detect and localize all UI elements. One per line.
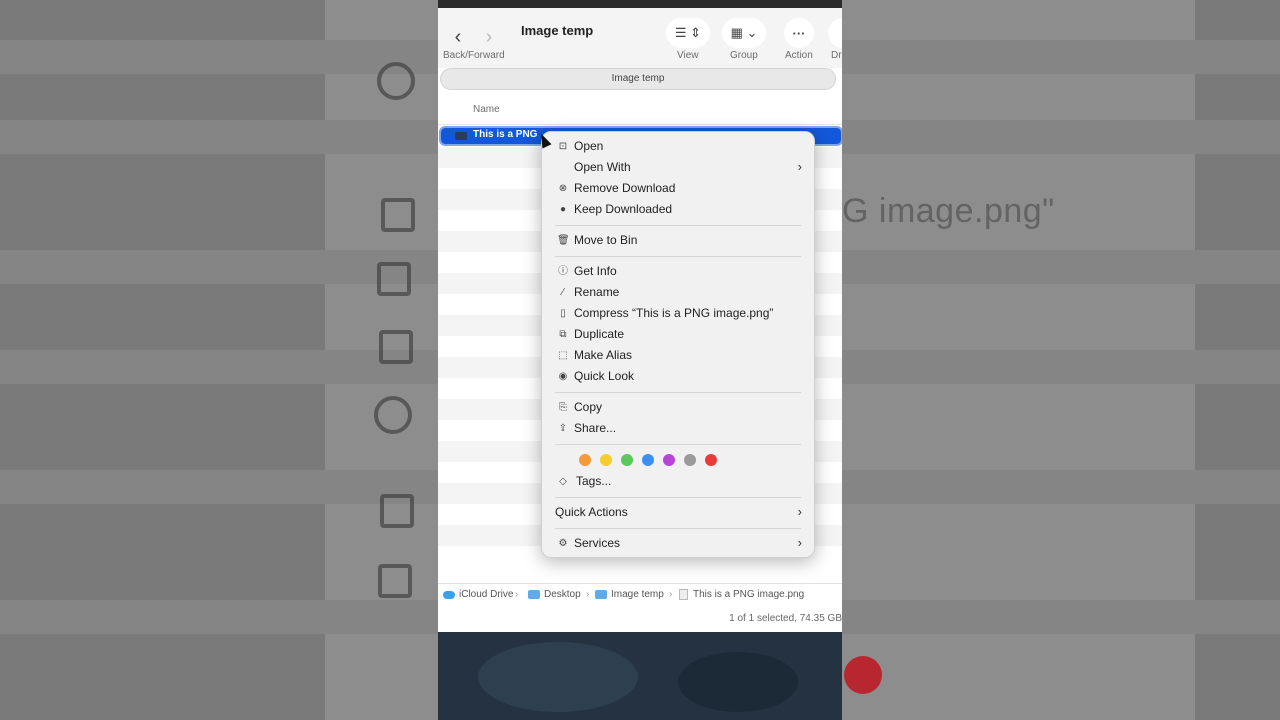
column-header[interactable]: Name — [438, 100, 842, 125]
menu-item-compress[interactable]: ▯ Compress “This is a PNG image.png” — [542, 303, 814, 324]
path-item-image-temp[interactable]: Image temp — [595, 589, 664, 600]
grid-icon: ▦ ⌄ — [730, 25, 758, 40]
wallpaper-texture — [678, 652, 798, 712]
tab-image-temp[interactable]: Image temp — [440, 68, 836, 90]
menu-separator — [555, 528, 801, 529]
path-separator: › — [586, 589, 590, 600]
menu-item-rename[interactable]: ⁄ Rename — [542, 282, 814, 303]
info-icon: ⓘ — [558, 266, 568, 277]
path-item-desktop[interactable]: Desktop — [528, 589, 581, 600]
blurred-duplicate-icon — [377, 262, 411, 296]
toolbar: ‹ › Back/Forward Image temp ☰ ⇕ View ▦ ⌄… — [438, 8, 842, 68]
menu-item-quick-actions[interactable]: Quick Actions › — [542, 502, 814, 523]
view-button[interactable]: ☰ ⇕ — [666, 18, 710, 48]
blurred-filename-text: G image.png" — [842, 192, 1055, 230]
desktop-wallpaper — [438, 632, 842, 720]
tag-yellow[interactable] — [600, 454, 612, 466]
tag-blue[interactable] — [642, 454, 654, 466]
path-bar: iCloud Drive › Desktop › Image temp › Th… — [438, 583, 842, 606]
menu-item-services[interactable]: ⚙ Services › — [542, 533, 814, 554]
menu-separator — [555, 444, 801, 445]
tag-icon: ◇ — [559, 476, 567, 487]
blurred-eye-icon — [374, 396, 412, 434]
top-strip — [438, 0, 842, 8]
status-bar: 1 of 1 selected, 74.35 GB — [438, 606, 842, 632]
context-menu: ⊡ Open Open With › ⊗ Remove Download ● K… — [541, 131, 815, 558]
forward-icon[interactable]: › — [475, 22, 503, 52]
file-icon — [679, 589, 688, 600]
status-text: 1 of 1 selected, 74.35 GB — [729, 613, 842, 624]
list-view-icon: ☰ ⇕ — [674, 25, 702, 40]
alias-icon: ⬚ — [558, 350, 568, 361]
selected-file-name: This is a PNG — [473, 129, 538, 140]
keep-downloaded-icon: ● — [559, 204, 567, 215]
menu-separator — [555, 256, 801, 257]
blurred-red-dot — [844, 656, 882, 694]
blurred-share-icon — [378, 564, 412, 598]
window-title: Image temp — [521, 23, 594, 38]
tag-orange[interactable] — [579, 454, 591, 466]
eye-icon: ◉ — [558, 371, 568, 382]
menu-item-get-info[interactable]: ⓘ Get Info — [542, 261, 814, 282]
ellipsis-icon: ··· — [792, 25, 806, 41]
menu-item-quick-look[interactable]: ◉ Quick Look — [542, 366, 814, 387]
back-forward-label: Back/Forward — [443, 50, 505, 61]
path-separator: › — [669, 589, 673, 600]
tag-red[interactable] — [705, 454, 717, 466]
menu-item-remove-download[interactable]: ⊗ Remove Download — [542, 178, 814, 199]
chevron-right-icon: › — [797, 535, 802, 550]
folder-icon — [595, 590, 607, 599]
menu-separator — [555, 497, 801, 498]
action-label: Action — [785, 50, 813, 61]
menu-item-share[interactable]: ⇪ Share... — [542, 418, 814, 439]
png-file-icon — [455, 132, 467, 140]
dropbox-button[interactable] — [828, 18, 842, 48]
trash-icon: 🗑 — [557, 235, 570, 246]
blurred-zip-icon — [381, 198, 415, 232]
share-icon: ⇪ — [558, 423, 568, 434]
path-separator: › — [515, 589, 519, 600]
menu-item-copy[interactable]: ⎘ Copy — [542, 397, 814, 418]
zip-icon: ▯ — [560, 308, 566, 319]
menu-item-make-alias[interactable]: ⬚ Make Alias — [542, 345, 814, 366]
blurred-info-icon — [377, 62, 415, 100]
menu-item-move-to-bin[interactable]: 🗑 Move to Bin — [542, 230, 814, 251]
menu-item-open[interactable]: ⊡ Open — [542, 136, 814, 157]
view-label: View — [677, 50, 699, 61]
copy-icon: ⎘ — [559, 402, 567, 413]
pencil-icon: ⁄ — [562, 287, 564, 298]
back-icon[interactable]: ‹ — [444, 22, 472, 52]
wallpaper-texture — [478, 642, 638, 712]
services-icon: ⚙ — [558, 538, 568, 549]
chevron-right-icon: › — [797, 159, 802, 174]
tag-purple[interactable] — [663, 454, 675, 466]
folder-icon — [528, 590, 540, 599]
remove-download-icon: ⊗ — [558, 183, 568, 194]
path-item-icloud[interactable]: iCloud Drive — [443, 589, 513, 600]
menu-item-duplicate[interactable]: ⧉ Duplicate — [542, 324, 814, 345]
menu-separator — [555, 225, 801, 226]
dropbox-label: Dr — [831, 50, 842, 61]
blurred-alias-icon — [379, 330, 413, 364]
menu-item-keep-downloaded[interactable]: ● Keep Downloaded — [542, 199, 814, 220]
action-button[interactable]: ··· — [784, 18, 814, 48]
duplicate-icon: ⧉ — [559, 329, 567, 340]
group-label: Group — [730, 50, 758, 61]
name-column-label: Name — [473, 104, 500, 115]
menu-item-tags[interactable]: ◇ Tags... — [542, 471, 814, 492]
path-item-file[interactable]: This is a PNG image.png — [679, 589, 804, 600]
cloud-icon — [443, 590, 455, 599]
tag-gray[interactable] — [684, 454, 696, 466]
tag-green[interactable] — [621, 454, 633, 466]
menu-separator — [555, 392, 801, 393]
group-button[interactable]: ▦ ⌄ — [722, 18, 766, 48]
chevron-right-icon: › — [797, 504, 802, 519]
open-icon: ⊡ — [558, 141, 568, 152]
menu-item-open-with[interactable]: Open With › — [542, 157, 814, 178]
blurred-copy-icon — [380, 494, 414, 528]
